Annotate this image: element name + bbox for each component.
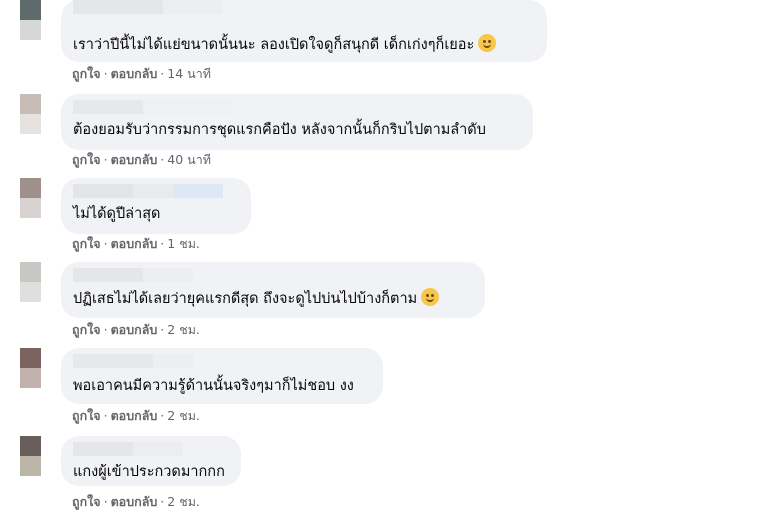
comment-bubble: แกงผู้เข้าประกวดมากกก bbox=[61, 436, 241, 486]
comment-timestamp[interactable]: 40 นาที bbox=[167, 152, 211, 167]
comment-timestamp[interactable]: 2 ชม. bbox=[167, 494, 200, 509]
comment-actions: ถูกใจ · ตอบกลับ · 2 ชม. bbox=[72, 322, 200, 337]
comment-bubble: ต้องยอมรับว่ากรรมการชุดแรกคือปัง หลังจาก… bbox=[61, 94, 533, 150]
avatar-blurred[interactable] bbox=[20, 94, 41, 134]
comment-bubble: ปฏิเสธไม่ได้เลยว่ายุคแรกดีสุด ถึงจะดูไปบ… bbox=[61, 262, 485, 318]
author-name-blurred[interactable] bbox=[73, 100, 233, 114]
author-name-blurred[interactable] bbox=[73, 268, 193, 282]
comment-bubble: เราว่าปีนี้ไม่ได้แย่ขนาดนั้นนะ ลองเปิดใจ… bbox=[61, 0, 547, 62]
comment-timestamp[interactable]: 1 ชม. bbox=[167, 236, 200, 251]
like-button[interactable]: ถูกใจ bbox=[72, 408, 101, 423]
like-button[interactable]: ถูกใจ bbox=[72, 152, 101, 167]
comment-actions: ถูกใจ · ตอบกลับ · 1 ชม. bbox=[72, 236, 200, 251]
avatar-blurred[interactable] bbox=[20, 348, 41, 388]
comment-actions: ถูกใจ · ตอบกลับ · 40 นาที bbox=[72, 152, 211, 167]
comment-timestamp[interactable]: 14 นาที bbox=[167, 66, 211, 81]
comment-text: ไม่ได้ดูปีล่าสุด bbox=[73, 206, 161, 222]
author-name-blurred[interactable] bbox=[73, 442, 183, 456]
comment-bubble: ไม่ได้ดูปีล่าสุด bbox=[61, 178, 251, 234]
laughing-tears-face-icon bbox=[421, 288, 440, 306]
comment-actions: ถูกใจ · ตอบกลับ · 2 ชม. bbox=[72, 408, 200, 423]
reply-button[interactable]: ตอบกลับ bbox=[111, 408, 158, 423]
comment-text: ต้องยอมรับว่ากรรมการชุดแรกคือปัง หลังจาก… bbox=[73, 122, 486, 138]
like-button[interactable]: ถูกใจ bbox=[72, 236, 101, 251]
avatar-blurred[interactable] bbox=[20, 178, 41, 218]
reply-button[interactable]: ตอบกลับ bbox=[111, 322, 158, 337]
comment-timestamp[interactable]: 2 ชม. bbox=[167, 322, 200, 337]
comment-timestamp[interactable]: 2 ชม. bbox=[167, 408, 200, 423]
comment-actions: ถูกใจ · ตอบกลับ · 2 ชม. bbox=[72, 494, 200, 509]
like-button[interactable]: ถูกใจ bbox=[72, 494, 101, 509]
comment-text: ปฏิเสธไม่ได้เลยว่ายุคแรกดีสุด ถึงจะดูไปบ… bbox=[73, 288, 440, 309]
avatar-blurred[interactable] bbox=[20, 436, 41, 476]
avatar-blurred[interactable] bbox=[20, 0, 41, 40]
like-button[interactable]: ถูกใจ bbox=[72, 322, 101, 337]
author-name-blurred[interactable] bbox=[73, 184, 223, 198]
comment-bubble: พอเอาคนมีความรู้ด้านนั้นจริงๆมาก็ไม่ชอบ … bbox=[61, 348, 383, 404]
reply-button[interactable]: ตอบกลับ bbox=[111, 494, 158, 509]
author-name-blurred[interactable] bbox=[73, 0, 223, 14]
reply-button[interactable]: ตอบกลับ bbox=[111, 66, 158, 81]
avatar-blurred[interactable] bbox=[20, 262, 41, 302]
reply-button[interactable]: ตอบกลับ bbox=[111, 236, 158, 251]
author-name-blurred[interactable] bbox=[73, 354, 193, 368]
comment-text: เราว่าปีนี้ไม่ได้แย่ขนาดนั้นนะ ลองเปิดใจ… bbox=[73, 34, 497, 55]
reply-button[interactable]: ตอบกลับ bbox=[111, 152, 158, 167]
comment-actions: ถูกใจ · ตอบกลับ · 14 นาที bbox=[72, 66, 211, 81]
comment-text: พอเอาคนมีความรู้ด้านนั้นจริงๆมาก็ไม่ชอบ … bbox=[73, 378, 354, 394]
comment-text: แกงผู้เข้าประกวดมากกก bbox=[73, 464, 225, 480]
smiling-face-icon bbox=[478, 34, 497, 52]
like-button[interactable]: ถูกใจ bbox=[72, 66, 101, 81]
